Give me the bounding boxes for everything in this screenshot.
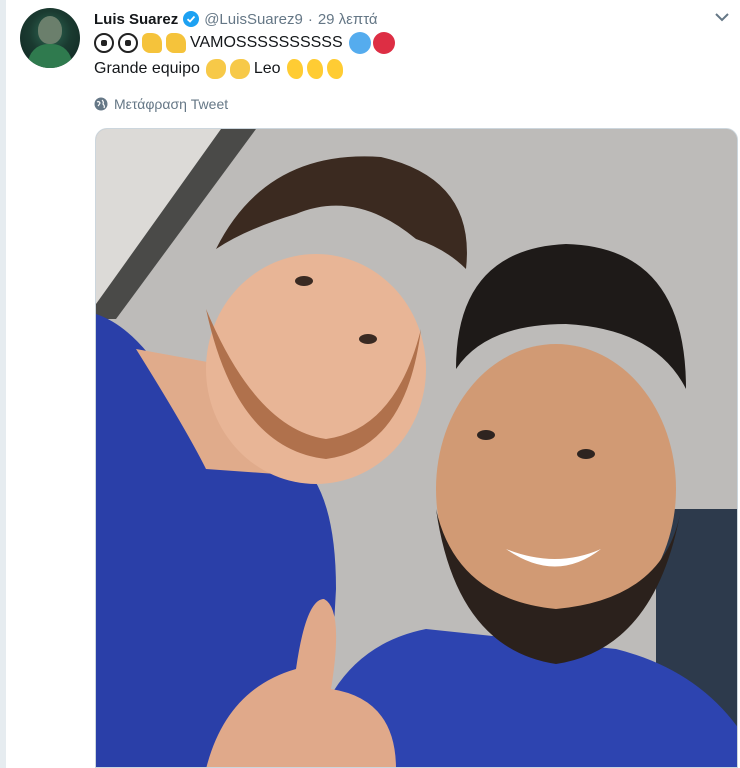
tweet-timestamp[interactable]: 29 λεπτά — [318, 11, 378, 28]
translate-label: Μετάφραση Tweet — [114, 96, 229, 112]
tweet-text-vamos: VAMOSSSSSSSSSS — [190, 34, 343, 51]
tweet-text-grande-equipo: Grande equipo — [94, 60, 200, 77]
separator-dot: · — [307, 10, 313, 28]
globe-icon — [94, 97, 108, 111]
tweet-photo[interactable] — [95, 128, 738, 768]
tweet-header: Luis Suarez @LuisSuarez9 · 29 λεπτά — [94, 9, 378, 29]
avatar-head — [38, 16, 62, 44]
flexed-biceps-icon — [142, 33, 162, 53]
chevron-down-icon[interactable] — [712, 10, 732, 26]
blue-circle-icon — [348, 32, 371, 54]
ok-hand-icon — [286, 59, 303, 79]
tweet-text-leo: Leo — [253, 60, 281, 77]
flexed-biceps-icon — [166, 33, 186, 53]
avatar-body — [28, 44, 72, 68]
clapping-hands-icon — [229, 59, 250, 79]
red-circle-icon — [372, 32, 395, 54]
avatar[interactable] — [20, 8, 80, 68]
soccer-ball-icon — [118, 33, 138, 53]
ok-hand-icon — [306, 59, 323, 79]
soccer-ball-icon — [94, 33, 114, 53]
verified-icon — [183, 11, 200, 27]
ok-hand-icon — [326, 59, 343, 79]
tweet-text-line-2: Grande equipo Leo — [94, 57, 347, 81]
tweet-text-line-1: VAMOSSSSSSSSSS — [94, 31, 395, 55]
author-handle[interactable]: @LuisSuarez9 — [204, 11, 303, 28]
author-name[interactable]: Luis Suarez — [94, 11, 178, 28]
tweet[interactable]: Luis Suarez @LuisSuarez9 · 29 λεπτά VAMO… — [0, 0, 740, 768]
translate-tweet-link[interactable]: Μετάφραση Tweet — [94, 95, 228, 113]
clapping-hands-icon — [205, 59, 226, 79]
